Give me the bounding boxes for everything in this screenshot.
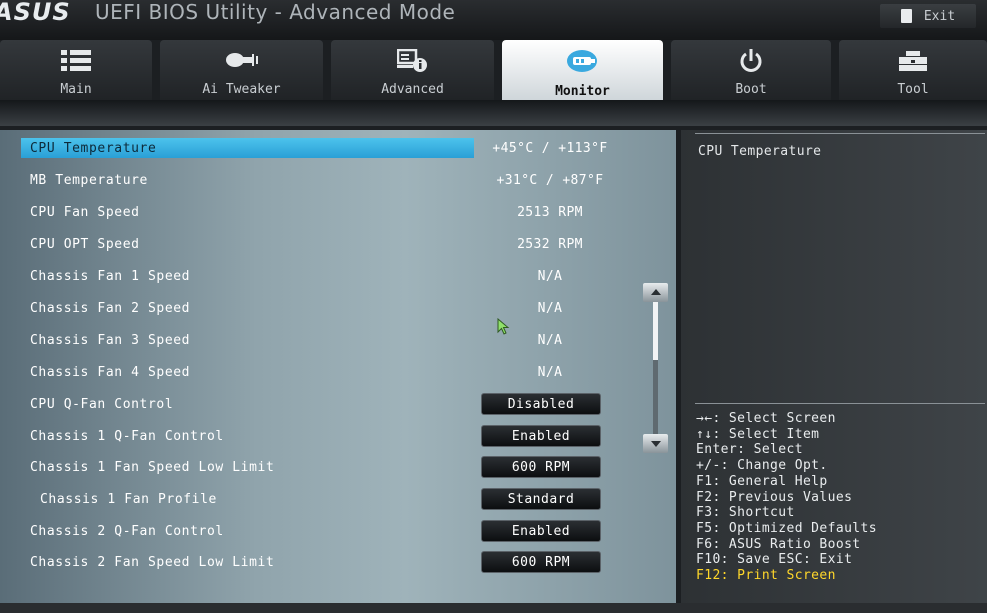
tab-ai-tweaker[interactable]: Ai Tweaker [160, 40, 323, 100]
asus-logo: ASUS [0, 0, 71, 26]
scroll-down-button[interactable] [643, 434, 668, 453]
row-chassis-fan-3-speed[interactable]: Chassis Fan 3 Speed N/A [0, 330, 676, 352]
row-label: CPU Temperature [30, 141, 157, 156]
help-panel: CPU Temperature →←: Select Screen ↑↓: Se… [681, 130, 987, 605]
mouse-cursor-icon [497, 318, 510, 335]
row-label: Chassis 2 Q-Fan Control [30, 524, 224, 539]
option-dropdown[interactable]: Enabled [481, 425, 601, 447]
row-label: MB Temperature [30, 173, 148, 188]
row-cpu-q-fan-control[interactable]: CPU Q-Fan Control Disabled [0, 393, 676, 416]
exit-button[interactable]: Exit [880, 4, 976, 28]
row-label: CPU OPT Speed [30, 237, 140, 252]
tab-ai-tweaker-label: Ai Tweaker [202, 82, 281, 97]
tab-boot-label: Boot [735, 82, 767, 97]
scroll-up-button[interactable] [643, 283, 668, 302]
key-hint: Enter: Select [696, 442, 803, 458]
tab-monitor-label: Monitor [555, 84, 610, 99]
key-hint: ↑↓: Select Item [696, 426, 820, 442]
title-bar: ASUS UEFI BIOS Utility - Advanced Mode E… [0, 0, 987, 40]
tweaker-icon [225, 48, 259, 74]
key-hint: F2: Previous Values [696, 489, 853, 505]
row-value: +31°C / +87°F [496, 173, 604, 188]
help-divider-middle [695, 403, 985, 404]
tab-boot[interactable]: Boot [671, 40, 831, 100]
row-label: Chassis Fan 3 Speed [30, 333, 191, 348]
help-divider-top [695, 133, 985, 134]
tab-monitor[interactable]: Monitor [502, 40, 663, 100]
row-value: 2513 RPM [517, 205, 583, 220]
row-value: N/A [537, 301, 563, 316]
key-hint: F6: ASUS Ratio Boost [696, 536, 861, 552]
row-label: Chassis Fan 1 Speed [30, 269, 191, 284]
row-label: Chassis 1 Fan Speed Low Limit [30, 460, 275, 475]
row-label: CPU Fan Speed [30, 205, 140, 220]
row-chassis-fan-2-speed[interactable]: Chassis Fan 2 Speed N/A [0, 298, 676, 320]
power-icon [738, 48, 764, 74]
tab-bar: Main Ai Tweaker Advanced Monitor Boot To… [0, 38, 987, 100]
row-cpu-opt-speed[interactable]: CPU OPT Speed 2532 RPM [0, 234, 676, 256]
row-chassis-fan-1-speed[interactable]: Chassis Fan 1 Speed N/A [0, 266, 676, 288]
row-value: 2532 RPM [517, 237, 583, 252]
row-label: Chassis Fan 2 Speed [30, 301, 191, 316]
advanced-icon [396, 48, 429, 74]
row-value: N/A [537, 269, 563, 284]
row-label: CPU Q-Fan Control [30, 397, 174, 412]
row-value: N/A [537, 365, 563, 380]
window-title: UEFI BIOS Utility - Advanced Mode [95, 0, 456, 24]
option-dropdown[interactable]: 600 RPM [481, 456, 601, 478]
option-dropdown[interactable]: Enabled [481, 520, 601, 542]
key-hint: F1: General Help [696, 473, 828, 489]
key-hint: →←: Select Screen [696, 411, 836, 426]
option-dropdown[interactable]: Standard [481, 488, 601, 510]
row-chassis-fan-4-speed[interactable]: Chassis Fan 4 Speed N/A [0, 362, 676, 384]
tab-main-label: Main [60, 82, 92, 97]
row-chassis-1-q-fan-control[interactable]: Chassis 1 Q-Fan Control Enabled [0, 425, 676, 448]
row-label: Chassis 2 Fan Speed Low Limit [30, 555, 275, 570]
row-mb-temperature[interactable]: MB Temperature +31°C / +87°F [0, 170, 676, 192]
list-icon [61, 48, 91, 74]
tab-advanced-label: Advanced [381, 82, 444, 97]
tab-advanced[interactable]: Advanced [331, 40, 494, 100]
row-chassis-2-fan-speed-low-limit[interactable]: Chassis 2 Fan Speed Low Limit 600 RPM [0, 551, 676, 574]
key-legend: →←: Select Screen ↑↓: Select Item Enter:… [696, 411, 877, 584]
tool-icon [897, 48, 929, 74]
key-hint: F10: Save ESC: Exit [696, 552, 853, 568]
exit-icon [900, 9, 912, 23]
option-dropdown[interactable]: 600 RPM [481, 551, 601, 573]
row-chassis-2-q-fan-control[interactable]: Chassis 2 Q-Fan Control Enabled [0, 520, 676, 543]
key-hint: F5: Optimized Defaults [696, 520, 877, 536]
key-hint-print-screen: F12: Print Screen [696, 568, 836, 584]
tab-tool-label: Tool [897, 82, 929, 97]
row-chassis-1-fan-speed-low-limit[interactable]: Chassis 1 Fan Speed Low Limit 600 RPM [0, 456, 676, 479]
key-hint: F3: Shortcut [696, 505, 795, 521]
monitor-icon [566, 48, 599, 74]
key-hint: +/-: Change Opt. [696, 458, 828, 474]
exit-label: Exit [923, 8, 956, 24]
scrollbar-thumb[interactable] [653, 302, 658, 360]
row-label: Chassis 1 Fan Profile [40, 492, 217, 507]
row-value: +45°C / +113°F [492, 141, 608, 156]
row-label: Chassis Fan 4 Speed [30, 365, 191, 380]
row-cpu-temperature[interactable]: CPU Temperature +45°C / +113°F [0, 138, 676, 160]
option-dropdown[interactable]: Disabled [481, 393, 601, 415]
row-label: Chassis 1 Q-Fan Control [30, 429, 224, 444]
tab-divider [0, 100, 987, 126]
help-description: CPU Temperature [698, 144, 822, 159]
settings-list: CPU Temperature +45°C / +113°F MB Temper… [0, 130, 676, 603]
bottom-band [0, 603, 987, 613]
row-cpu-fan-speed[interactable]: CPU Fan Speed 2513 RPM [0, 202, 676, 224]
tab-main[interactable]: Main [0, 40, 152, 100]
tab-tool[interactable]: Tool [839, 40, 987, 100]
row-chassis-1-fan-profile[interactable]: Chassis 1 Fan Profile Standard [0, 488, 676, 511]
